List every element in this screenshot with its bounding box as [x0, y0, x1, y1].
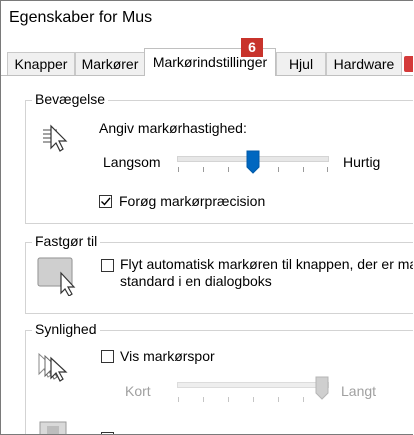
speed-slider-thumb[interactable]	[246, 150, 260, 174]
tab-buttons[interactable]: Knapper	[7, 52, 75, 75]
overflow-tab-icon[interactable]	[404, 56, 413, 72]
title-bar: Egenskaber for Mus	[1, 1, 413, 41]
trail-tick	[303, 397, 304, 402]
trail-tick	[178, 397, 179, 402]
precision-label: Forøg markørpræcision	[119, 193, 266, 209]
speed-label: Angiv markørhastighed:	[99, 120, 247, 136]
mouse-properties-window: Egenskaber for Mus 6 Knapper Markører Ma…	[0, 0, 413, 435]
tab-content: Bevægelse Angiv markørhastighed: Langsom…	[1, 75, 413, 434]
tab-label: Hjul	[288, 56, 314, 72]
speed-tick	[228, 167, 229, 172]
pointer-speed-icon	[43, 124, 68, 152]
motion-legend: Bevægelse	[32, 91, 109, 107]
trail-tick	[253, 397, 254, 402]
speed-tick	[203, 167, 204, 172]
step-badge: 6	[241, 38, 263, 57]
pointer-trails-icon	[38, 352, 68, 382]
speed-tick	[178, 167, 179, 172]
tab-wheel[interactable]: Hjul	[276, 52, 326, 75]
trail-tick	[278, 397, 279, 402]
trail-long-label: Langt	[341, 383, 377, 399]
tab-label: Markører	[81, 56, 139, 72]
snap-to-checkbox[interactable]	[101, 259, 114, 272]
trail-slider-track	[177, 382, 329, 388]
pointer-speed-slider[interactable]	[177, 150, 329, 174]
speed-tick	[303, 167, 304, 172]
speed-tick	[278, 167, 279, 172]
tab-label: Hardware	[333, 56, 395, 72]
snap-legend: Fastgør til	[32, 233, 101, 249]
snap-to-default-icon	[37, 257, 76, 296]
trail-length-slider[interactable]	[177, 376, 329, 404]
snap-label-line1: Flyt automatisk markøren til knappen, de…	[120, 256, 413, 272]
tab-label: Knapper	[14, 56, 68, 72]
trails-checkbox[interactable]	[101, 350, 114, 363]
window-title: Egenskaber for Mus	[9, 9, 153, 26]
trail-short-label: Kort	[125, 383, 151, 399]
check-icon	[101, 197, 111, 206]
tab-strip: Knapper Markører Markørindstillinger Hju…	[1, 48, 413, 76]
trail-tick	[228, 397, 229, 402]
trails-label: Vis markørspor	[120, 348, 215, 364]
trail-tick	[203, 397, 204, 402]
tab-pointers[interactable]: Markører	[75, 52, 145, 75]
snap-label-line2: standard i en dialogboks	[120, 273, 272, 289]
hide-pointer-icon	[39, 421, 67, 434]
visibility-legend: Synlighed	[32, 321, 100, 337]
trail-slider-thumb[interactable]	[315, 376, 329, 400]
speed-tick	[327, 167, 328, 172]
fast-label: Hurtig	[343, 154, 381, 170]
slow-label: Langsom	[103, 154, 161, 170]
tab-hardware[interactable]: Hardware	[326, 52, 402, 75]
precision-checkbox[interactable]	[99, 195, 112, 208]
